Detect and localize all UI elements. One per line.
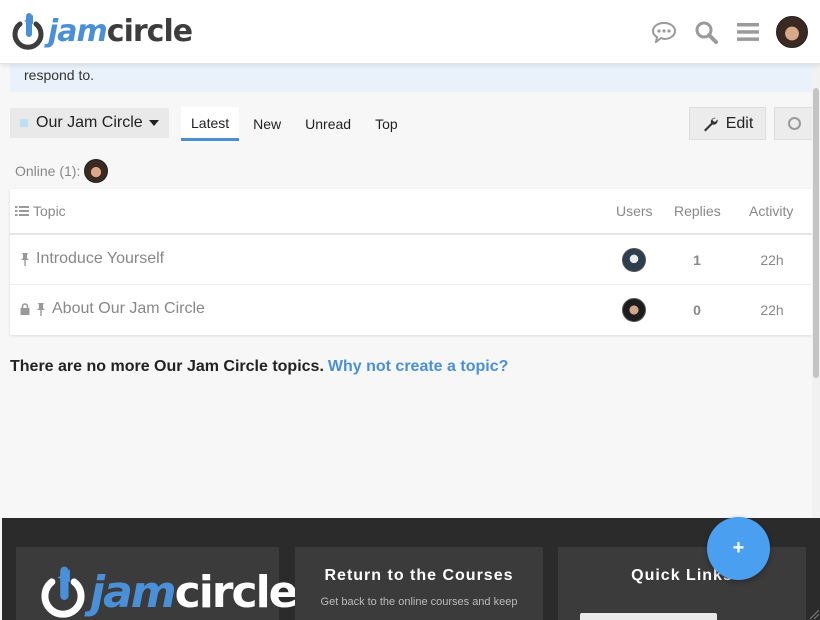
pin-icon bbox=[37, 303, 45, 316]
footer-quick-links-card: Quick Links bbox=[558, 547, 806, 620]
tab-latest[interactable]: Latest bbox=[181, 107, 240, 141]
site-header: jamcircle bbox=[0, 0, 820, 64]
notifications-level-button[interactable] bbox=[774, 107, 814, 140]
page-scrollbar[interactable] bbox=[812, 64, 820, 518]
topic-table-header: Topic Users Replies Activity bbox=[10, 189, 812, 235]
logo-jam-text: jam bbox=[48, 14, 108, 49]
topic-title-link[interactable]: About Our Jam Circle bbox=[20, 300, 205, 318]
category-navbar: Our Jam Circle Latest New Unread Top Edi… bbox=[10, 107, 814, 141]
topic-list-table: Topic Users Replies Activity Introduce Y… bbox=[10, 189, 812, 335]
quick-links-title: Quick Links bbox=[631, 567, 733, 584]
caret-down-icon bbox=[148, 120, 159, 126]
edit-label: Edit bbox=[725, 114, 754, 132]
create-topic-link[interactable]: Why not create a topic? bbox=[328, 358, 508, 375]
footer-logo-jam-text: jam bbox=[90, 567, 177, 618]
power-logo-icon bbox=[41, 566, 85, 618]
footer-courses-card: Return to the Courses Get back to the on… bbox=[295, 547, 543, 620]
hamburger-menu-icon[interactable] bbox=[734, 18, 762, 46]
category-color-icon bbox=[20, 119, 28, 127]
resize-handle-icon[interactable] bbox=[808, 606, 820, 620]
courses-text: Get back to the online courses and keep bbox=[320, 596, 518, 608]
column-topic-label: Topic bbox=[33, 203, 66, 219]
edit-category-button[interactable]: Edit bbox=[689, 107, 766, 140]
reply-count[interactable]: 1 bbox=[684, 252, 710, 268]
activity-time[interactable]: 22h bbox=[752, 252, 792, 268]
site-logo[interactable]: jamcircle bbox=[10, 12, 193, 52]
poster-avatar[interactable] bbox=[622, 298, 646, 322]
activity-time[interactable]: 22h bbox=[752, 302, 792, 318]
column-activity[interactable]: Activity bbox=[749, 203, 793, 219]
table-row: About Our Jam Circle 0 22h bbox=[10, 285, 812, 335]
footer-logo[interactable]: jamcircle bbox=[38, 565, 299, 620]
footer-logo-circle-text: circle bbox=[174, 567, 299, 618]
power-logo-icon bbox=[12, 13, 44, 50]
column-topic[interactable]: Topic bbox=[15, 203, 66, 219]
column-replies[interactable]: Replies bbox=[674, 203, 721, 219]
online-user-avatar[interactable] bbox=[84, 159, 109, 183]
user-avatar[interactable] bbox=[776, 16, 808, 48]
pin-icon bbox=[21, 253, 29, 266]
courses-title: Return to the Courses bbox=[324, 567, 514, 584]
tab-unread[interactable]: Unread bbox=[295, 107, 361, 141]
table-row: Introduce Yourself 1 22h bbox=[10, 235, 812, 285]
poster-avatar[interactable] bbox=[622, 248, 646, 272]
wrench-icon bbox=[703, 117, 718, 131]
logo-circle-text: circle bbox=[106, 14, 193, 49]
online-users: Online (1): bbox=[15, 159, 109, 183]
column-users: Users bbox=[616, 203, 653, 219]
footer-logo-card: jamcircle bbox=[16, 547, 298, 620]
topic-title: About Our Jam Circle bbox=[52, 300, 205, 317]
online-label: Online (1): bbox=[15, 163, 81, 179]
notice-banner: respond to. bbox=[10, 62, 812, 92]
tab-top[interactable]: Top bbox=[365, 107, 408, 141]
footer-logo-wordmark: jamcircle bbox=[90, 567, 299, 619]
scrollbar-thumb[interactable] bbox=[813, 88, 819, 378]
notice-text: respond to. bbox=[24, 67, 95, 83]
logo-wordmark: jamcircle bbox=[48, 12, 193, 52]
category-dropdown[interactable]: Our Jam Circle bbox=[10, 108, 169, 138]
search-icon[interactable] bbox=[692, 18, 720, 46]
topic-title: Introduce Yourself bbox=[36, 250, 165, 267]
lock-icon bbox=[20, 303, 30, 315]
tab-new[interactable]: New bbox=[243, 107, 291, 141]
topic-title-link[interactable]: Introduce Yourself bbox=[20, 250, 164, 268]
quick-link-button[interactable] bbox=[580, 613, 717, 620]
reply-count[interactable]: 0 bbox=[684, 302, 710, 318]
floating-action-button[interactable]: + bbox=[707, 517, 770, 580]
topic-tabs: Latest New Unread Top bbox=[181, 107, 412, 141]
chat-icon[interactable] bbox=[650, 18, 678, 46]
no-more-topics: There are no more Our Jam Circle topics.… bbox=[10, 358, 508, 376]
header-icons bbox=[650, 16, 808, 48]
list-icon bbox=[15, 206, 29, 216]
no-more-text: There are no more Our Jam Circle topics. bbox=[10, 358, 324, 375]
circle-outline-icon bbox=[787, 117, 801, 130]
category-label: Our Jam Circle bbox=[36, 114, 143, 131]
site-footer: jamcircle Return to the Courses Get back… bbox=[2, 518, 820, 620]
